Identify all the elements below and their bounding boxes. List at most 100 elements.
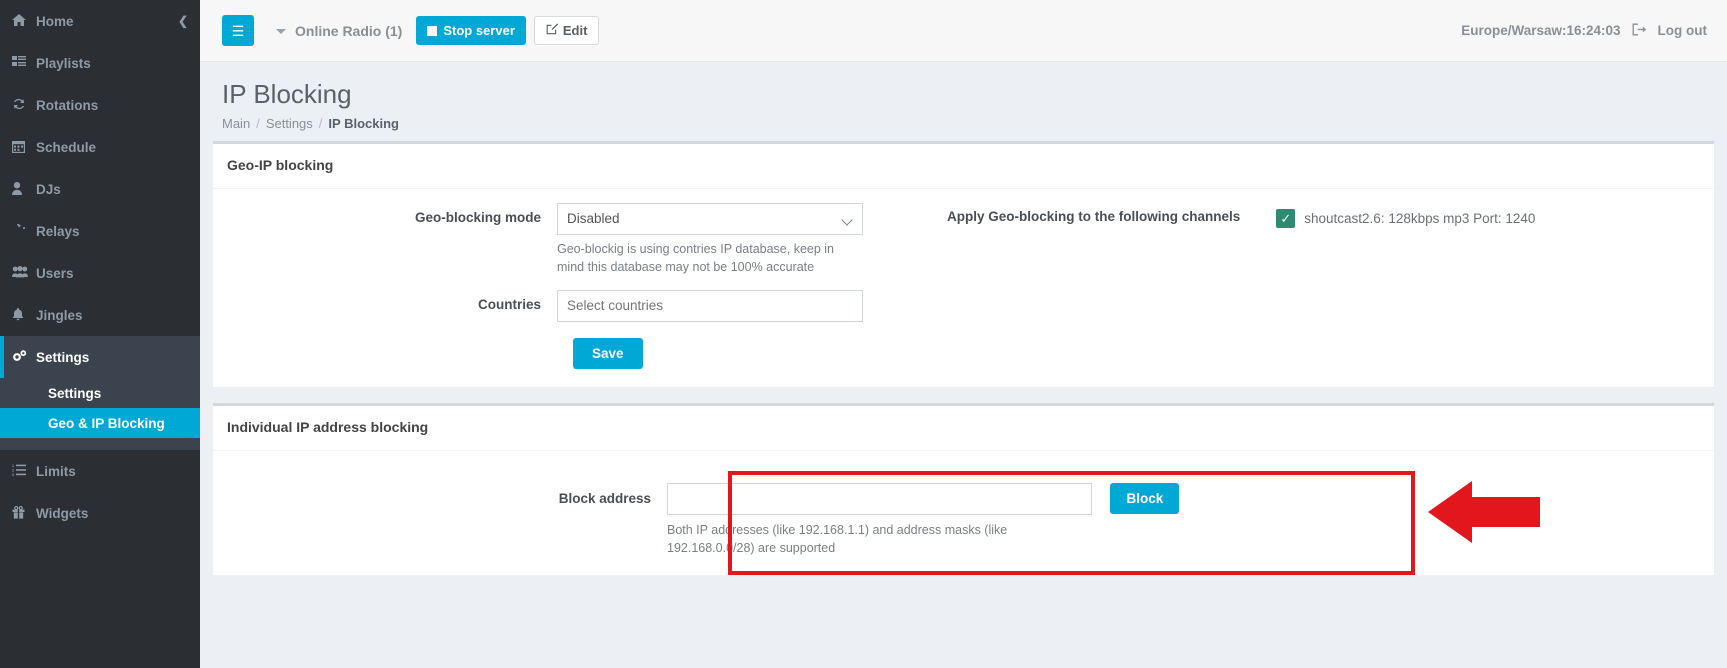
stop-server-label: Stop server [443,23,515,38]
sidebar-item-users[interactable]: Users [0,252,200,294]
breadcrumb: Main / Settings / IP Blocking [222,116,1705,131]
sidebar-subitem-geo-ip-blocking[interactable]: Geo & IP Blocking [0,408,200,438]
geo-mode-label: Geo-blocking mode [414,209,541,225]
geo-mode-help-text: Geo-blockig is using contries IP databas… [557,241,835,274]
sidebar-item-limits[interactable]: 123 Limits [0,450,200,492]
countries-label: Countries [477,296,541,312]
geo-form-row: Geo-blocking mode Disabled Geo-blockig i… [227,202,1700,369]
svg-text:2: 2 [12,469,14,473]
breadcrumb-item-current: IP Blocking [328,115,399,131]
countries-control [557,289,947,322]
sidebar-item-label: Jingles [36,307,83,323]
sidebar-item-label: Home [36,13,74,29]
ip-panel-title: Individual IP address blocking [227,418,429,435]
page-title: IP Blocking [222,79,352,109]
breadcrumb-separator: / [256,115,260,131]
channel-checkbox[interactable]: ✓ [1276,208,1296,228]
gift-icon [12,505,36,521]
ordered-list-icon: 123 [12,464,36,478]
sidebar-item-label: Widgets [36,505,89,521]
svg-text:1: 1 [12,464,14,468]
individual-ip-blocking-panel: Individual IP address blocking Block add… [213,402,1714,576]
main-area: ☰ Online Radio (1) Stop server Edit Euro… [200,0,1727,668]
sidebar-item-label: Schedule [36,139,97,155]
sidebar-submenu-spacer [0,438,200,450]
rotate-icon [12,216,36,239]
sidebar-item-jingles[interactable]: Jingles [0,294,200,336]
sidebar-subitem-settings[interactable]: Settings [0,378,200,408]
channels-label: Apply Geo-blocking to the following chan… [947,208,1241,224]
logout-link[interactable]: Log out [1658,23,1707,38]
sidebar-item-home[interactable]: Home ❮ [0,0,200,42]
save-button[interactable]: Save [573,337,643,369]
edit-button[interactable]: Edit [533,16,600,45]
geo-panel-body: Geo-blocking mode Disabled Geo-blockig i… [213,189,1714,387]
block-address-group: Block address Block Both IP addresses (l… [227,465,1700,557]
breadcrumb-item-main[interactable]: Main [222,116,250,131]
ip-panel-header: Individual IP address blocking [213,406,1714,451]
geo-form-left: Geo-blocking mode Disabled Geo-blockig i… [227,202,947,369]
users-icon [12,266,36,280]
svg-text:3: 3 [12,473,14,476]
countries-input[interactable] [557,289,863,322]
caret-down-icon[interactable] [276,29,286,34]
gears-icon [12,349,36,365]
user-icon [12,181,36,197]
block-address-control: Block Both IP addresses (like 192.168.1.… [667,482,1180,557]
hamburger-icon[interactable]: ☰ [222,15,254,46]
sidebar-item-widgets[interactable]: Widgets [0,492,200,534]
sidebar-item-label: Settings [36,349,90,365]
stop-server-button[interactable]: Stop server [416,16,526,45]
pencil-square-icon [546,23,559,38]
list-icon [12,56,36,70]
sidebar-item-label: Playlists [36,55,91,71]
sidebar-item-label: Relays [36,223,80,239]
sidebar: Home ❮ Playlists Rotations Schedule DJs … [0,0,200,668]
ip-panel-body: Block address Block Both IP addresses (l… [213,451,1714,575]
breadcrumb-separator: / [318,115,323,131]
sign-out-icon[interactable] [1632,23,1647,39]
block-address-label: Block address [558,490,651,506]
block-button[interactable]: Block [1110,482,1180,514]
breadcrumb-item-settings[interactable]: Settings [266,116,313,131]
channel-label: shoutcast2.6: 128kbps mp3 Port: 1240 [1304,210,1536,226]
sidebar-item-label: Rotations [36,97,99,113]
geo-save-inner: Save [557,337,947,369]
sidebar-item-label: Users [36,265,74,281]
countries-group: Countries [227,289,947,322]
geo-mode-select-wrapper: Disabled [557,202,863,235]
calendar-icon [12,140,36,155]
bell-icon [12,307,36,323]
sidebar-item-djs[interactable]: DJs [0,168,200,210]
sidebar-item-relays[interactable]: Relays [0,210,200,252]
sidebar-subitem-label: Geo & IP Blocking [48,415,165,431]
page-header: IP Blocking Main / Settings / IP Blockin… [200,62,1727,141]
geo-panel-title: Geo-IP blocking [227,156,334,173]
sidebar-item-label: Limits [36,463,76,479]
chevron-left-icon[interactable]: ❮ [178,14,188,28]
block-address-input[interactable] [667,482,1092,515]
geo-mode-control: Disabled Geo-blockig is using contries I… [557,202,947,276]
station-name[interactable]: Online Radio (1) [295,23,402,39]
sidebar-item-label: DJs [36,181,61,197]
app-root: Home ❮ Playlists Rotations Schedule DJs … [0,0,1727,668]
home-icon [12,13,36,29]
geo-channels-column: Apply Geo-blocking to the following chan… [947,203,1700,369]
edit-label: Edit [562,23,588,38]
sidebar-item-schedule[interactable]: Schedule [0,126,200,168]
refresh-icon [12,98,36,112]
geo-channels-line: Apply Geo-blocking to the following chan… [947,208,1700,228]
top-right-group: Europe/Warsaw:16:24:03 Log out [1461,23,1707,39]
sidebar-item-playlists[interactable]: Playlists [0,42,200,84]
top-bar: ☰ Online Radio (1) Stop server Edit Euro… [200,0,1727,62]
sidebar-item-settings[interactable]: Settings [0,336,200,378]
channel-checkbox-row: ✓ shoutcast2.6: 128kbps mp3 Port: 1240 [1276,208,1536,228]
geo-panel-header: Geo-IP blocking [213,144,1714,189]
sidebar-item-rotations[interactable]: Rotations [0,84,200,126]
sidebar-subitem-label: Settings [48,385,102,401]
geo-mode-select[interactable]: Disabled [557,202,863,235]
clock-text: Europe/Warsaw:16:24:03 [1461,23,1621,38]
check-icon: ✓ [1280,210,1292,226]
geo-save-row: Save [227,336,947,369]
geo-ip-blocking-panel: Geo-IP blocking Geo-blocking mode Disabl… [213,140,1714,387]
